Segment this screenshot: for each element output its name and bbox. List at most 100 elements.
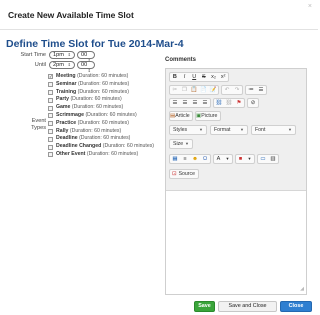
styles-label: Styles [173, 127, 188, 133]
table-icon[interactable]: ▦ [170, 155, 180, 163]
copy-icon[interactable]: ❐ [180, 86, 190, 94]
article-button[interactable]: ▤ Article [169, 111, 193, 121]
event-type-name: Scrimmage [56, 111, 84, 118]
close-icon[interactable]: × [308, 3, 312, 10]
until-minute-select[interactable]: 00 ⇕ [77, 61, 95, 73]
align-right-icon[interactable]: ☰ [190, 99, 200, 107]
link-icon[interactable]: ⛓ [214, 99, 224, 107]
smiley-icon[interactable]: ☻ [190, 155, 200, 163]
align-justify-icon[interactable]: ☰ [200, 99, 210, 107]
event-type-name: Deadline [56, 135, 78, 142]
paste-icon[interactable]: 📋 [189, 86, 199, 94]
event-type-label: Game (Duration: 60 minutes) [56, 104, 123, 112]
event-type-checkbox[interactable] [48, 128, 53, 134]
event-type-option[interactable]: Deadline (Duration: 60 minutes) [48, 135, 160, 143]
start-minute-value: 00 [81, 52, 88, 58]
show-blocks-icon[interactable]: ▥ [268, 155, 278, 163]
size-label: Size [173, 141, 184, 147]
unlink-icon[interactable]: ⛓ [224, 99, 234, 107]
save-button[interactable]: Save [194, 301, 215, 312]
dialog-title: Create New Available Time Slot [8, 10, 134, 20]
event-type-duration: (Duration: 60 minutes) [70, 96, 122, 103]
bullet-list-icon[interactable]: ☰ [256, 86, 266, 94]
paste-word-icon[interactable]: 📝 [208, 86, 218, 94]
close-button[interactable]: Close [280, 301, 312, 312]
event-type-label: Rally (Duration: 60 minutes) [56, 128, 121, 136]
until-hour-select[interactable]: 2pm ⇕ [49, 61, 75, 69]
underline-button[interactable]: U [189, 73, 199, 81]
chevron-down-icon: ▼ [240, 127, 244, 132]
until-minute-value: 00 [81, 62, 88, 68]
article-label: Article [175, 113, 190, 119]
event-type-option[interactable]: Seminar (Duration: 60 minutes) [48, 81, 160, 89]
italic-button[interactable]: I [180, 73, 190, 81]
size-dropdown[interactable]: Size ▼ [169, 139, 193, 149]
event-type-checkbox[interactable] [48, 113, 53, 119]
event-type-name: Seminar [56, 80, 77, 87]
undo-icon[interactable]: ↶ [222, 86, 232, 94]
event-type-checkbox[interactable] [48, 152, 53, 158]
spinner-icon: ⇕ [67, 52, 71, 57]
bg-color-button[interactable]: ■ ▼ [235, 154, 255, 164]
event-type-option[interactable]: Rally (Duration: 60 minutes) [48, 128, 160, 136]
link-group: ⛓ ⛓ ⚑ [213, 98, 245, 108]
list-group: ≔ ☰ [245, 85, 267, 95]
paste-text-icon[interactable]: 📄 [199, 86, 209, 94]
special-char-icon[interactable]: Ω [200, 155, 210, 163]
bold-button[interactable]: B [170, 73, 180, 81]
event-type-option[interactable]: Deadline Changed (Duration: 60 minutes) [48, 143, 160, 151]
block-icon[interactable]: ⊘ [248, 99, 258, 107]
event-type-label: Meeting (Duration: 60 minutes) [56, 73, 128, 81]
text-color-icon: A [216, 156, 221, 162]
event-type-option[interactable]: Training (Duration: 60 minutes) [48, 89, 160, 97]
font-dropdown[interactable]: Font ▼ [251, 125, 296, 135]
event-types-label-line2: Types [31, 124, 46, 131]
event-type-checkbox[interactable]: ✓ [48, 74, 53, 80]
superscript-button[interactable]: x² [218, 73, 228, 81]
start-minute-select[interactable]: 00⇕ [77, 51, 95, 63]
maximize-icon[interactable]: ▭ [258, 155, 268, 163]
subscript-button[interactable]: x₂ [209, 73, 219, 81]
event-type-duration: (Duration: 60 minutes) [71, 104, 124, 111]
event-type-option[interactable]: Party (Duration: 60 minutes) [48, 96, 160, 104]
align-left-icon[interactable]: ☰ [170, 99, 180, 107]
comments-editor[interactable]: B I U S x₂ x² ✂ ❐ 📋 📄 📝 ↶ ↷ ≔ ☰ ☰ ☰ ☰ ☰ … [165, 68, 307, 295]
event-type-label: Deadline Changed (Duration: 60 minutes) [56, 143, 154, 151]
picture-label: Picture [201, 113, 218, 119]
event-type-checkbox[interactable] [48, 105, 53, 111]
event-type-option[interactable]: Game (Duration: 60 minutes) [48, 104, 160, 112]
time-slot-dialog: Create New Available Time Slot × Define … [0, 0, 318, 315]
event-type-label: Scrimmage (Duration: 60 minutes) [56, 112, 137, 120]
redo-icon[interactable]: ↷ [232, 86, 242, 94]
event-type-checkbox[interactable] [48, 121, 53, 127]
event-type-option[interactable]: Scrimmage (Duration: 60 minutes) [48, 112, 160, 120]
event-type-checkbox[interactable] [48, 97, 53, 103]
styles-dropdown[interactable]: Styles ▼ [169, 125, 207, 135]
cut-icon[interactable]: ✂ [170, 86, 180, 94]
format-dropdown[interactable]: Format ▼ [210, 125, 248, 135]
anchor-icon[interactable]: ⚑ [234, 99, 244, 107]
event-type-name: Party [56, 96, 69, 103]
event-type-label: Training (Duration: 60 minutes) [56, 89, 129, 97]
horizontal-rule-icon[interactable]: ≡ [180, 155, 190, 163]
event-type-checkbox[interactable] [48, 82, 53, 88]
strikethrough-button[interactable]: S [199, 73, 209, 81]
event-type-checkbox[interactable] [48, 136, 53, 142]
source-button[interactable]: ⊡ Source [169, 169, 199, 179]
event-type-checkbox[interactable] [48, 89, 53, 95]
resize-handle-icon[interactable]: ◢ [300, 286, 304, 292]
event-type-option[interactable]: Practice (Duration: 60 minutes) [48, 120, 160, 128]
align-center-icon[interactable]: ☰ [180, 99, 190, 107]
chevron-down-icon: ▼ [288, 127, 292, 132]
start-hour-select[interactable]: 1pm ⇕ [49, 51, 75, 59]
text-color-button[interactable]: A ▼ [213, 154, 233, 164]
event-type-checkbox[interactable] [48, 144, 53, 150]
page-title: Define Time Slot for Tue 2014-Mar-4 [6, 38, 184, 50]
numbered-list-icon[interactable]: ≔ [246, 86, 256, 94]
event-type-option[interactable]: Other Event (Duration: 60 minutes) [48, 151, 160, 159]
event-type-option[interactable]: ✓ Meeting (Duration: 60 minutes) [48, 73, 160, 81]
save-and-close-button[interactable]: Save and Close [218, 301, 277, 312]
align-group: ☰ ☰ ☰ ☰ [169, 98, 211, 108]
event-type-duration: (Duration: 60 minutes) [86, 150, 139, 157]
picture-button[interactable]: ▣ Picture [195, 111, 221, 121]
